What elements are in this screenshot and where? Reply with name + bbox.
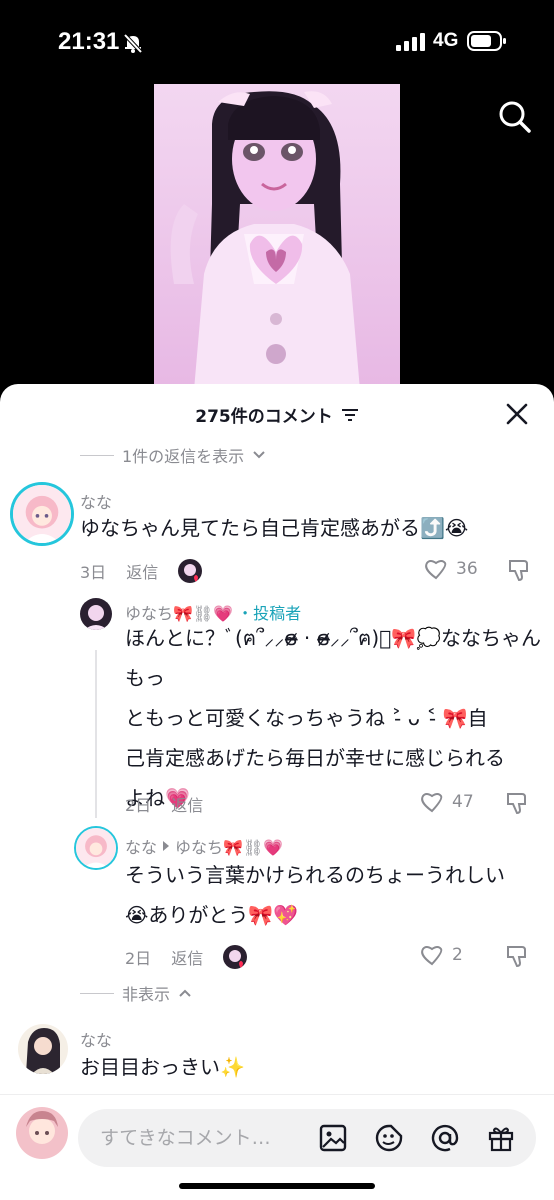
comments-count-title: 275件のコメント xyxy=(195,407,333,427)
like-count: 47 xyxy=(452,792,474,812)
comment-text-line: そういう言葉かけられるのちょーうれしい xyxy=(125,863,505,887)
comment-text-line: ともっと可愛くなっちゃうね ˃̵ ᴗ ˂̵ 🎀自 xyxy=(125,706,488,730)
filter-icon[interactable] xyxy=(341,408,359,422)
battery-icon xyxy=(467,31,506,51)
comment-time: 2日 xyxy=(125,796,152,815)
like-button[interactable]: 2 xyxy=(420,944,463,966)
comment-text: そういう言葉かけられるのちょーうれしい 😭ありがとう🎀💖 xyxy=(125,855,545,935)
like-button[interactable]: 36 xyxy=(424,558,478,580)
like-count: 36 xyxy=(456,559,478,579)
divider-line xyxy=(80,992,114,994)
heart-icon xyxy=(425,560,447,580)
reply-button[interactable]: 返信 xyxy=(171,792,203,816)
hide-replies-label: 非表示 xyxy=(122,985,171,1004)
comment-input[interactable] xyxy=(100,1109,310,1167)
cellular-signal-icon xyxy=(396,33,425,51)
creator-liked-avatar xyxy=(178,559,203,583)
show-replies-label: 1件の返信を表示 xyxy=(122,447,245,466)
avatar[interactable] xyxy=(18,1024,68,1074)
sticker-icon[interactable] xyxy=(374,1123,404,1153)
comment-meta: 2日 返信 xyxy=(125,945,248,969)
reply-arrow-icon xyxy=(163,841,170,851)
creator-liked-avatar xyxy=(223,945,248,969)
status-bar: 21:31 4G xyxy=(0,0,554,84)
comment-text-line: ほんとに？ﾞ(ฅ՞⸝⸝ɞ̴̶̷ · ɞ̴̶̷⸝⸝՞ฅ)ﾞ🎀💭ななちゃんもっ xyxy=(125,626,542,690)
home-indicator xyxy=(179,1183,375,1189)
network-type: 4G xyxy=(433,30,459,51)
search-icon[interactable] xyxy=(496,98,534,136)
image-icon[interactable] xyxy=(318,1123,348,1153)
bell-slash-icon xyxy=(123,33,143,54)
video-preview[interactable] xyxy=(154,84,400,390)
divider-line xyxy=(80,454,114,456)
chevron-down-icon xyxy=(253,451,265,459)
avatar[interactable] xyxy=(10,482,74,546)
heart-icon xyxy=(421,793,443,813)
status-time: 21:31 xyxy=(58,28,120,55)
show-replies-button[interactable]: 1件の返信を表示 xyxy=(80,443,266,467)
dislike-icon[interactable] xyxy=(504,943,530,969)
dislike-icon[interactable] xyxy=(506,557,532,583)
avatar[interactable] xyxy=(74,826,118,870)
comment-meta: 2日 返信 xyxy=(125,792,203,816)
avatar[interactable] xyxy=(80,598,112,630)
comment-meta: 3日 返信 xyxy=(80,559,203,583)
comment-input-container xyxy=(78,1109,536,1167)
reply-button[interactable]: 返信 xyxy=(171,945,203,969)
at-icon[interactable] xyxy=(430,1123,460,1153)
heart-icon xyxy=(421,946,443,966)
like-count: 2 xyxy=(452,945,463,965)
comment-time: 2日 xyxy=(125,949,152,968)
reply-button[interactable]: 返信 xyxy=(126,559,158,583)
comment-input-bar xyxy=(0,1094,554,1200)
gift-icon[interactable] xyxy=(486,1123,516,1153)
comment-text: お目目おっきい✨ xyxy=(80,1055,245,1079)
comment-time: 3日 xyxy=(80,563,107,582)
comments-header: 275件のコメント xyxy=(0,402,554,427)
video-frame-image xyxy=(154,84,400,390)
hide-replies-button[interactable]: 非表示 xyxy=(80,981,192,1005)
chevron-up-icon xyxy=(179,989,191,997)
like-button[interactable]: 47 xyxy=(420,791,474,813)
dislike-icon[interactable] xyxy=(504,790,530,816)
thread-line xyxy=(95,650,97,818)
close-icon[interactable] xyxy=(503,400,531,428)
comment-text: ゆなちゃん見てたら自己肯定感あがる⤴️😭 xyxy=(80,516,469,540)
comment-text: ほんとに？ﾞ(ฅ՞⸝⸝ɞ̴̶̷ · ɞ̴̶̷⸝⸝՞ฅ)ﾞ🎀💭ななちゃんもっ とも… xyxy=(125,618,545,818)
my-avatar xyxy=(16,1107,68,1159)
comment-text-line: 己肯定感あげたら毎日が幸せに感じられる xyxy=(125,746,505,770)
comment-text-line: 😭ありがとう🎀💖 xyxy=(125,903,299,927)
